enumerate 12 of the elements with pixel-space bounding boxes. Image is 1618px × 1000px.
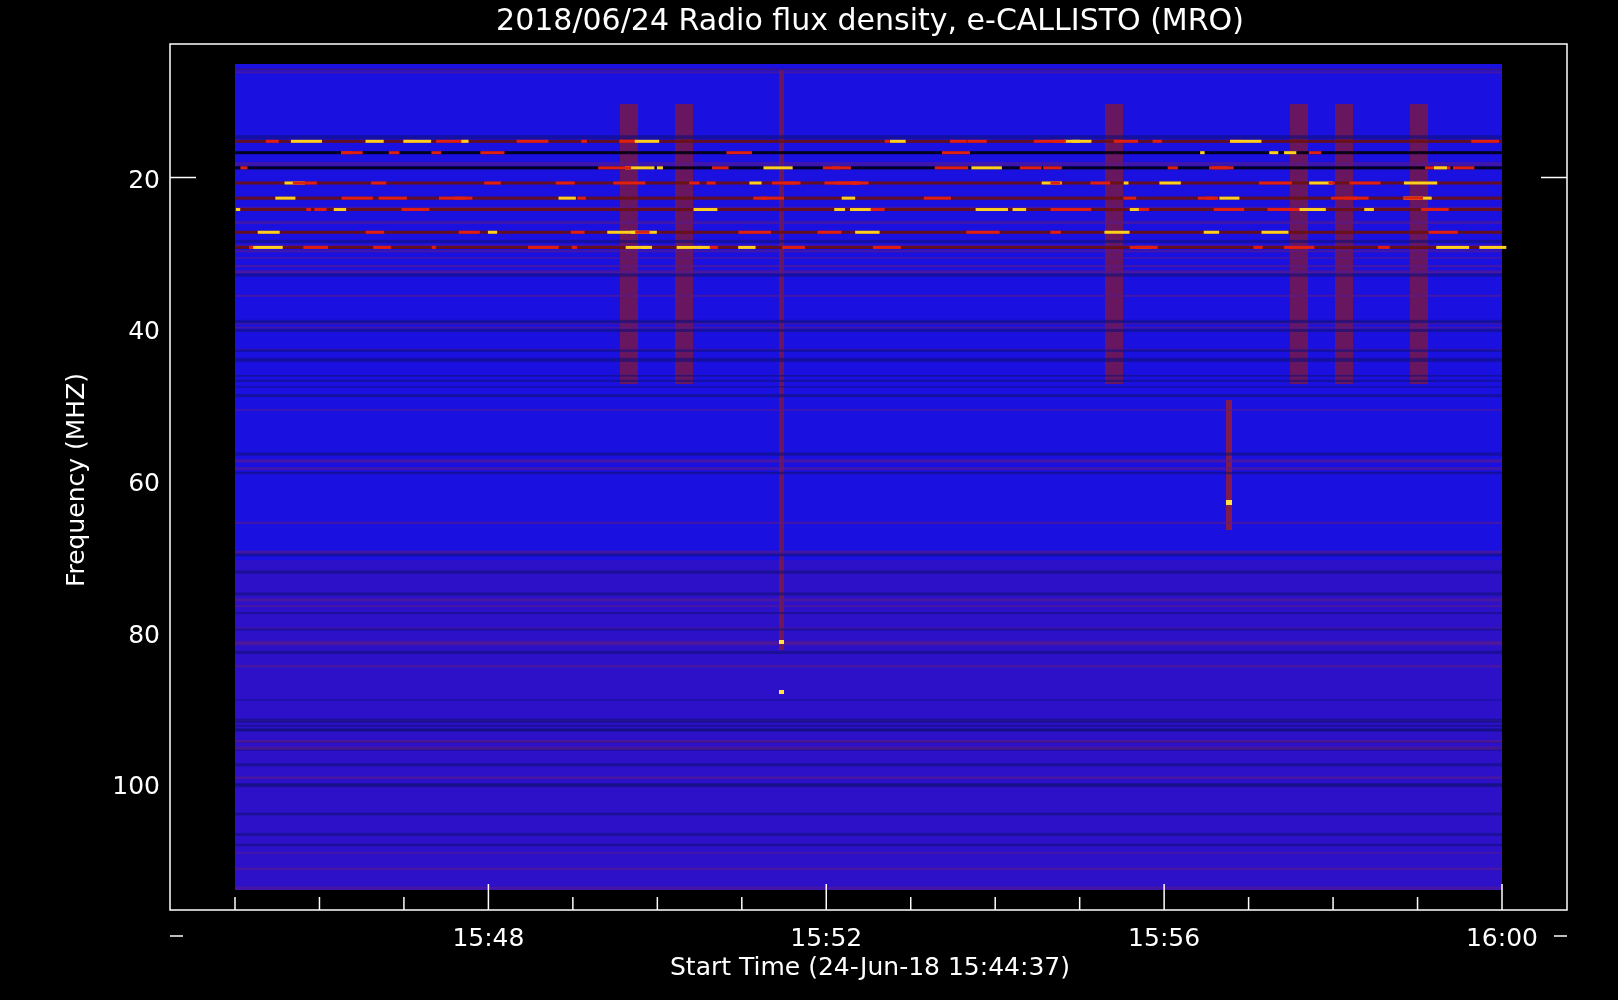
- chart-title: 2018/06/24 Radio flux density, e-CALLISTO (MRO): [496, 2, 1244, 37]
- y-tick-label: 60: [128, 467, 160, 497]
- y-tick-label: 80: [128, 619, 160, 649]
- x-axis-label: Start Time (24-Jun-18 15:44:37): [670, 952, 1070, 981]
- x-tick-label: 15:52: [790, 923, 863, 952]
- y-tick-label: 40: [128, 316, 160, 346]
- x-tick-label: 15:56: [1128, 923, 1201, 952]
- x-tick-label: 15:48: [452, 923, 525, 952]
- y-axis-label: Frequency (MHZ): [61, 372, 90, 588]
- x-tick-label: 16:00: [1466, 923, 1538, 952]
- y-tick-label: 20: [128, 164, 160, 194]
- y-tick-label: 100: [112, 771, 160, 801]
